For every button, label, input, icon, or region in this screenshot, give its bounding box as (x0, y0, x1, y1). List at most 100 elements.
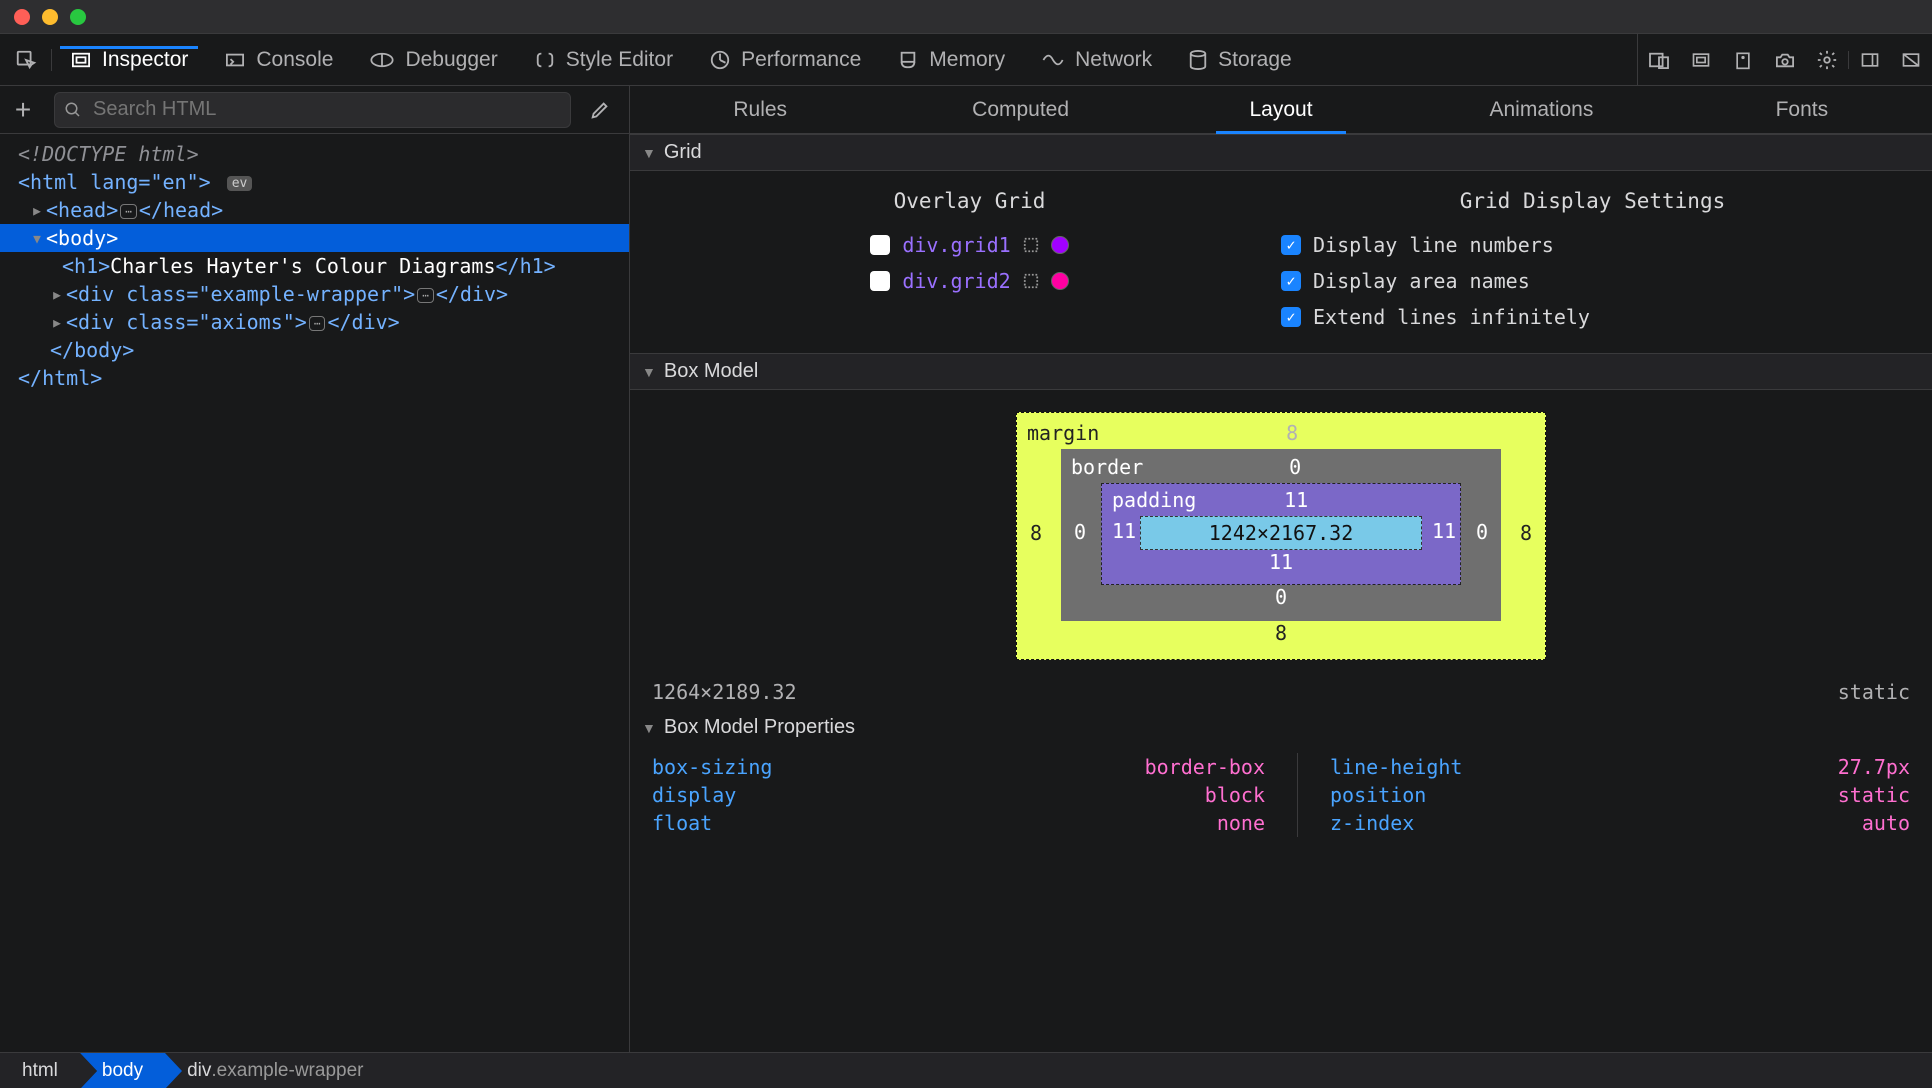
padding-label: padding (1112, 488, 1196, 512)
sidebar-tab-layout[interactable]: Layout (1151, 86, 1411, 133)
sidebar-tab-fonts[interactable]: Fonts (1672, 86, 1932, 133)
panel-tab-network[interactable]: Network (1023, 48, 1170, 72)
panel-tab-style-editor[interactable]: Style Editor (516, 48, 691, 72)
prop-value: 27.7px (1838, 755, 1910, 779)
grid-highlight-icon[interactable] (1023, 237, 1039, 253)
section-title: Box Model Properties (664, 716, 855, 739)
html-tree[interactable]: <!DOCTYPE html> <html lang="en"> ev ▸<he… (0, 134, 629, 398)
padding-top-value[interactable]: 11 (1196, 488, 1396, 512)
prop-value: static (1838, 783, 1910, 807)
ellipsis-icon[interactable]: ⋯ (120, 204, 137, 219)
border-left-value[interactable]: 0 (1071, 520, 1089, 544)
overlay-grid-title: Overlay Grid (658, 189, 1281, 227)
border-right-value[interactable]: 0 (1473, 520, 1491, 544)
bm-margin[interactable]: margin8 8 border0 0 padding11 11 1242×21… (1016, 412, 1546, 660)
chevron-down-icon: ▼ (642, 364, 656, 380)
search-input[interactable] (54, 92, 571, 128)
setting-checkbox[interactable]: ✓ (1281, 271, 1301, 291)
photo-unknown-icon[interactable] (1722, 50, 1764, 70)
padding-left-value[interactable]: 11 (1112, 519, 1130, 543)
tab-icon (224, 51, 246, 69)
breadcrumb-item[interactable]: div.example-wrapper (165, 1053, 385, 1088)
box-prop-row: floatnone (652, 809, 1265, 837)
body-line-selected[interactable]: ▾<body> (0, 224, 629, 252)
h1-line[interactable]: <h1>Charles Hayter's Colour Diagrams</h1… (0, 252, 629, 280)
iframe-picker-icon[interactable] (1680, 51, 1722, 69)
grid-selector[interactable]: div.grid2 (902, 269, 1010, 293)
sidebar-tab-animations[interactable]: Animations (1411, 86, 1671, 133)
margin-top-value[interactable]: 8 (1099, 421, 1485, 445)
sidebar-panel: RulesComputedLayoutAnimationsFonts ▼Grid… (630, 86, 1932, 1052)
bm-border[interactable]: border0 0 padding11 11 1242×2167.32 11 (1061, 449, 1501, 621)
bm-padding[interactable]: padding11 11 1242×2167.32 11 11 (1101, 483, 1461, 585)
edit-html-button[interactable] (589, 99, 619, 121)
dock-side-icon[interactable] (1848, 51, 1890, 69)
grid-section-body: Overlay Grid div.grid1div.grid2 Grid Dis… (630, 171, 1932, 353)
ellipsis-icon[interactable]: ⋯ (309, 316, 326, 331)
grid-checkbox[interactable] (870, 271, 890, 291)
close-devtools-icon[interactable] (1890, 51, 1932, 69)
collapse-icon[interactable]: ▾ (30, 226, 44, 250)
ev-badge[interactable]: ev (227, 176, 253, 191)
html-close[interactable]: </html> (0, 364, 629, 392)
bm-content[interactable]: 1242×2167.32 (1140, 516, 1422, 550)
padding-right-value[interactable]: 11 (1432, 519, 1450, 543)
screenshot-icon[interactable] (1764, 51, 1806, 69)
div-example-wrapper[interactable]: ▸<div class="example-wrapper">⋯</div> (0, 280, 629, 308)
panel-tab-performance[interactable]: Performance (691, 48, 879, 72)
responsive-design-icon[interactable] (1638, 51, 1680, 69)
body-close[interactable]: </body> (0, 336, 629, 364)
add-node-button[interactable]: + (10, 94, 36, 126)
grid-setting-row: ✓Extend lines infinitely (1281, 299, 1904, 335)
panel-tab-debugger[interactable]: Debugger (351, 48, 515, 72)
border-bottom-value[interactable]: 0 (1071, 585, 1491, 609)
padding-bottom-value[interactable]: 11 (1112, 550, 1450, 574)
boxmodel-section-header[interactable]: ▼Box Model (630, 353, 1932, 390)
panel-tab-storage[interactable]: Storage (1170, 48, 1310, 72)
element-picker-button[interactable] (0, 49, 52, 71)
grid-selector[interactable]: div.grid1 (902, 233, 1010, 257)
sidebar-tab-computed[interactable]: Computed (890, 86, 1150, 133)
tab-label: Network (1075, 48, 1152, 72)
margin-right-value[interactable]: 8 (1517, 521, 1535, 545)
devtools-toolbar: InspectorConsoleDebuggerStyle Editor Perf… (0, 34, 1932, 86)
border-top-value[interactable]: 0 (1143, 455, 1447, 479)
ellipsis-icon[interactable]: ⋯ (417, 288, 434, 303)
setting-checkbox[interactable]: ✓ (1281, 235, 1301, 255)
margin-left-value[interactable]: 8 (1027, 521, 1045, 545)
html-open[interactable]: <html lang="en"> ev (0, 168, 629, 196)
expand-icon[interactable]: ▸ (50, 310, 64, 334)
close-window-button[interactable] (14, 9, 30, 25)
tab-icon (709, 49, 731, 71)
doctype-line[interactable]: <!DOCTYPE html> (0, 140, 629, 168)
grid-highlight-icon[interactable] (1023, 273, 1039, 289)
boxprops-section-header[interactable]: ▼Box Model Properties (630, 710, 1932, 745)
head-line[interactable]: ▸<head>⋯</head> (0, 196, 629, 224)
overlay-grid-column: Overlay Grid div.grid1 div.grid2 (658, 189, 1281, 335)
color-swatch[interactable] (1051, 236, 1069, 254)
panel-tab-console[interactable]: Console (206, 48, 351, 72)
markup-toolbar: + (0, 86, 629, 134)
minimize-window-button[interactable] (42, 9, 58, 25)
tab-icon (1041, 53, 1065, 67)
settings-gear-icon[interactable] (1806, 49, 1848, 71)
grid-checkbox[interactable] (870, 235, 890, 255)
setting-checkbox[interactable]: ✓ (1281, 307, 1301, 327)
section-title: Grid (664, 141, 702, 164)
tab-label: Performance (741, 48, 861, 72)
setting-label: Display area names (1313, 269, 1530, 293)
expand-icon[interactable]: ▸ (50, 282, 64, 306)
grid-overlay-item: div.grid1 (658, 227, 1281, 263)
maximize-window-button[interactable] (70, 9, 86, 25)
panel-tab-memory[interactable]: Memory (879, 48, 1023, 72)
breadcrumb-item[interactable]: html (0, 1053, 80, 1088)
margin-bottom-value[interactable]: 8 (1027, 621, 1535, 645)
search-icon (64, 101, 82, 119)
sidebar-tab-rules[interactable]: Rules (630, 86, 890, 133)
panel-tab-inspector[interactable]: Inspector (52, 48, 206, 72)
div-axioms[interactable]: ▸<div class="axioms">⋯</div> (0, 308, 629, 336)
prop-key: position (1330, 783, 1426, 807)
color-swatch[interactable] (1051, 272, 1069, 290)
grid-section-header[interactable]: ▼Grid (630, 134, 1932, 171)
expand-icon[interactable]: ▸ (30, 198, 44, 222)
